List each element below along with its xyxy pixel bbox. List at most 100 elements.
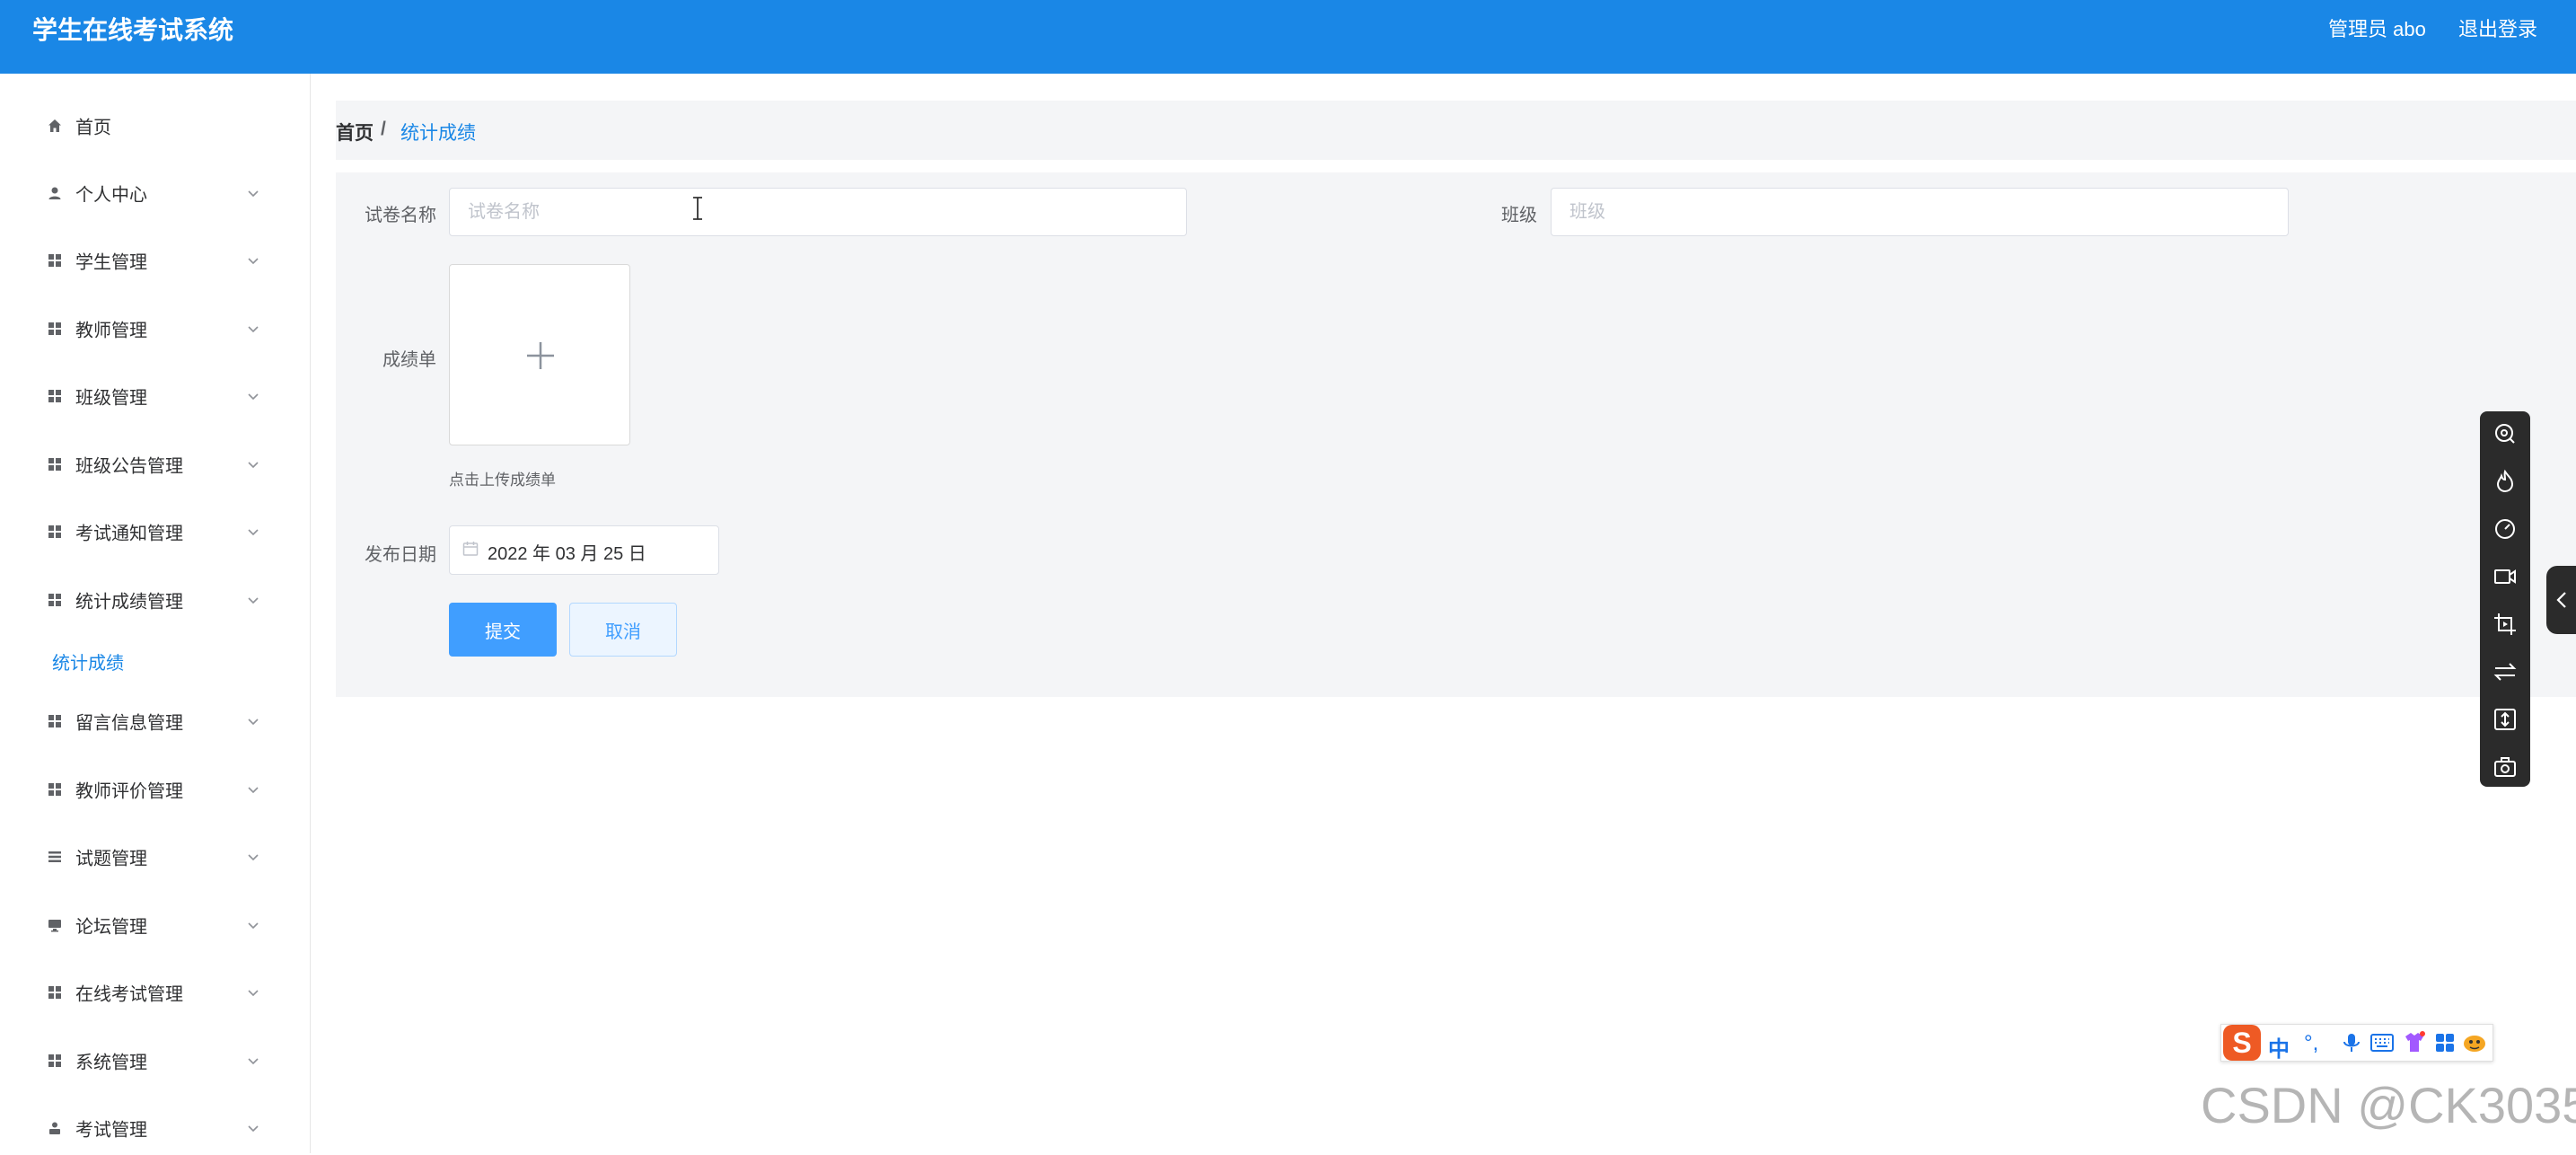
keyboard-icon[interactable] [2370,1033,2394,1053]
publish-date-label: 发布日期 [365,545,436,565]
breadcrumb-separator: / [381,119,386,139]
sidebar-item-classes[interactable]: 班级管理 [0,369,310,423]
sidebar-item-label: 统计成绩管理 [75,592,183,613]
cancel-button[interactable]: 取消 [569,603,677,657]
chevron-down-icon [248,719,259,726]
mascot-icon[interactable] [2462,1032,2487,1054]
sidebar-item-score-stats[interactable]: 统计成绩管理 [0,573,310,627]
search-refresh-icon[interactable] [2492,421,2518,446]
sidebar-item-class-notices[interactable]: 班级公告管理 [0,437,310,491]
chevron-left-icon [2556,592,2566,608]
class-label: 班级 [1501,206,1537,225]
grid-icon [47,321,63,337]
ime-logo[interactable]: S [2223,1025,2261,1061]
grid-icon [47,524,63,540]
sidebar-item-label: 试题管理 [75,849,147,869]
sidebar-item-home[interactable]: 首页 [0,99,310,153]
app-title: 学生在线考试系统 [32,16,234,44]
gauge-icon[interactable] [2492,516,2518,542]
chevron-down-icon [248,462,259,469]
chevron-down-icon [248,1125,259,1133]
sidebar-item-label: 系统管理 [75,1053,147,1073]
grid-icon [47,592,63,608]
sidebar-item-label: 班级管理 [75,388,147,409]
grid-icon [47,456,63,472]
chevron-down-icon [248,787,259,794]
grid-icon [47,713,63,729]
chevron-down-icon [248,326,259,333]
sidebar-item-label: 留言信息管理 [75,713,183,734]
skin-icon[interactable] [2403,1030,2426,1054]
chevron-down-icon [248,393,259,401]
sidebar-item-label: 考试管理 [75,1120,147,1141]
exam-name-label: 试卷名称 [365,206,436,225]
chevron-down-icon [248,597,259,604]
breadcrumb-home[interactable]: 首页 [336,119,374,145]
sidebar-item-label: 教师评价管理 [75,781,183,802]
grid-icon [47,781,63,798]
chevron-down-icon [248,854,259,861]
text-cursor-icon [693,197,702,220]
sidebar-item-label: 学生管理 [75,252,147,273]
plus-icon [527,342,554,369]
grid-icon [47,252,63,269]
ime-toolbar: S 中 °, [2220,1024,2493,1062]
floating-toolbar [2480,411,2530,787]
publish-date-value: 2022 年 03 月 25 日 [488,544,646,564]
chevron-down-icon [248,922,259,930]
exam-name-input[interactable] [449,188,1187,236]
sidebar-item-online-exams[interactable]: 在线考试管理 [0,965,310,1019]
camera-icon[interactable] [2492,754,2518,780]
swap-icon[interactable] [2492,659,2518,684]
ime-punctuation[interactable]: °, [2304,1031,2318,1056]
top-header: 学生在线考试系统 管理员 abo 退出登录 [0,0,2576,74]
sidebar-item-teachers[interactable]: 教师管理 [0,302,310,356]
score-sheet-label: 成绩单 [382,350,436,370]
sidebar-item-exams[interactable]: 考试管理 [0,1101,310,1155]
sidebar-item-label: 首页 [75,118,111,138]
monitor-icon [47,917,63,933]
crop-play-icon[interactable] [2492,612,2518,637]
sidebar-item-teacher-reviews[interactable]: 教师评价管理 [0,763,310,816]
grid-icon [47,984,63,1001]
grid-icon [47,1053,63,1069]
apps-grid-icon[interactable] [2435,1033,2455,1053]
chevron-down-icon [248,258,259,265]
microphone-icon[interactable] [2342,1032,2361,1054]
sidebar: 首页 个人中心 学生管理 教师管理 班级管理 班级公告管理 考试通知管理 统计成… [0,74,311,1153]
collapse-panel-tab[interactable] [2546,566,2576,634]
sidebar-item-questions[interactable]: 试题管理 [0,830,310,884]
list-icon [47,849,63,865]
chevron-down-icon [248,190,259,198]
sidebar-item-exam-notices[interactable]: 考试通知管理 [0,505,310,559]
score-sheet-upload[interactable] [449,264,630,445]
upload-hint: 点击上传成绩单 [449,472,556,489]
sidebar-item-messages[interactable]: 留言信息管理 [0,694,310,748]
fire-icon[interactable] [2492,469,2518,494]
chevron-down-icon [248,529,259,536]
sidebar-item-system[interactable]: 系统管理 [0,1034,310,1088]
calendar-icon [462,542,479,556]
ime-mode[interactable]: 中 [2268,1031,2290,1062]
submenu-item-score-stats[interactable]: 统计成绩 [52,648,124,674]
submit-button[interactable]: 提交 [449,603,557,657]
expand-frame-icon[interactable] [2492,707,2518,732]
home-icon [47,118,63,134]
sidebar-item-label: 个人中心 [75,185,147,206]
current-user: 管理员 abo [2328,18,2426,40]
logout-link[interactable]: 退出登录 [2458,13,2537,42]
sidebar-item-label: 在线考试管理 [75,984,183,1005]
sidebar-item-students[interactable]: 学生管理 [0,234,310,287]
breadcrumb-current: 统计成绩 [400,123,476,144]
video-record-icon[interactable] [2492,564,2518,589]
breadcrumb: 首页 / 统计成绩 [336,101,2576,160]
chevron-down-icon [248,990,259,997]
sidebar-item-personal-center[interactable]: 个人中心 [0,166,310,220]
sidebar-item-label: 班级公告管理 [75,456,183,477]
publish-date-picker[interactable]: 2022 年 03 月 25 日 [449,525,719,575]
class-input[interactable] [1551,188,2289,236]
sidebar-item-forum[interactable]: 论坛管理 [0,898,310,952]
chevron-down-icon [248,1058,259,1065]
sidebar-item-label: 考试通知管理 [75,524,183,544]
person-icon [47,1120,63,1136]
